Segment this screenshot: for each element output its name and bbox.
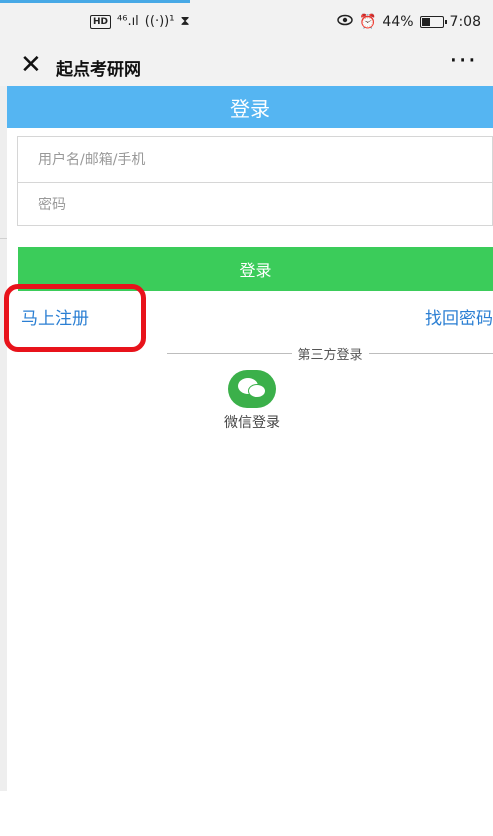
login-page: 登录 登录 马上注册 找回密码 第三方登录 微信登录 <box>7 86 493 791</box>
hotspot-icon: ((·))¹ <box>144 14 175 29</box>
battery-icon <box>419 16 447 28</box>
username-input[interactable] <box>38 151 492 168</box>
status-bar: HD ⁴⁶.ıl ((·))¹ ⧗ ⏰ 44% 7:08 <box>0 0 493 46</box>
password-input[interactable] <box>38 197 492 213</box>
forgot-password-link[interactable]: 找回密码 <box>425 304 493 329</box>
clock-time: 7:08 <box>449 14 481 30</box>
nav-bar: ✕ 起点考研网 ··· <box>0 46 493 86</box>
highlight-annotation <box>4 284 146 352</box>
wechat-login-label: 微信登录 <box>224 415 280 431</box>
password-row <box>18 182 492 227</box>
battery-percent: 44% <box>382 14 414 30</box>
close-icon[interactable]: ✕ <box>20 50 42 80</box>
left-divider <box>0 238 7 239</box>
hd-icon: HD <box>90 14 112 29</box>
signal-icon: ⁴⁶.ıl <box>117 14 139 29</box>
status-left-group: HD ⁴⁶.ıl ((·))¹ ⧗ <box>90 14 190 29</box>
wechat-login-button[interactable]: 微信登录 <box>217 370 287 432</box>
third-party-label: 第三方登录 <box>297 347 363 363</box>
third-party-divider: 第三方登录 <box>167 343 493 363</box>
login-header: 登录 <box>7 86 493 128</box>
hourglass-icon: ⧗ <box>180 14 190 29</box>
divider-line-right <box>368 352 493 354</box>
status-accent-line <box>0 0 190 3</box>
divider-line-left <box>167 352 292 354</box>
login-form <box>17 136 493 226</box>
eye-icon <box>337 14 353 30</box>
wechat-bubble-small <box>248 384 266 398</box>
battery-fill <box>421 18 430 26</box>
bottom-bar <box>0 791 493 836</box>
more-menu-icon[interactable]: ··· <box>449 46 477 76</box>
wechat-icon[interactable] <box>228 370 276 408</box>
username-row <box>18 137 492 182</box>
page-title: 起点考研网 <box>56 60 141 80</box>
alarm-icon: ⏰ <box>358 14 377 30</box>
status-right-group: ⏰ 44% 7:08 <box>337 14 481 30</box>
